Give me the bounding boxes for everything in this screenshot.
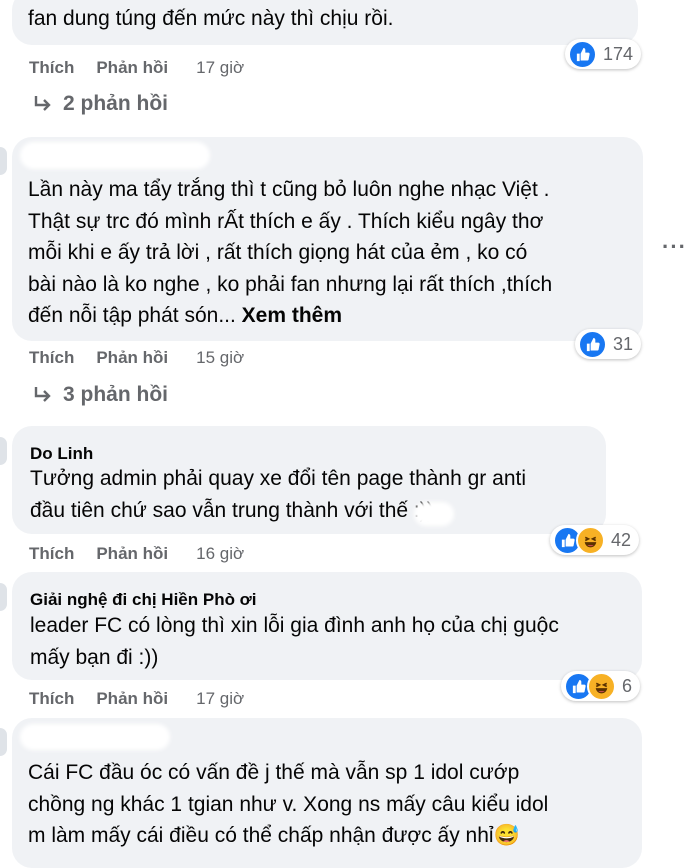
redacted-name: [414, 502, 454, 526]
comment-author[interactable]: Do Linh: [30, 444, 93, 464]
view-replies-link[interactable]: 3 phản hồi: [33, 383, 168, 407]
reply-button[interactable]: Phản hồi: [96, 348, 168, 368]
like-icon: [568, 39, 597, 69]
reaction-summary[interactable]: 174: [565, 39, 642, 69]
more-options-icon[interactable]: ···: [662, 234, 687, 260]
avatar[interactable]: [0, 728, 7, 756]
replies-count: 2 phản hồi: [63, 92, 168, 115]
comment-actions: Thích Phản hồi 17 giờ: [29, 58, 244, 78]
comment-line: Cái FC đầu óc có vấn đề j thế mà vẫn sp …: [28, 761, 520, 784]
like-button[interactable]: Thích: [29, 348, 74, 368]
comment-bubble: Lần này ma tẩy trắng thì t cũng bỏ luôn …: [12, 137, 643, 341]
comment-bubble: fan dung túng đến mức này thì chịu rồi.: [12, 0, 638, 45]
avatar[interactable]: [0, 583, 7, 611]
haha-icon: [576, 525, 605, 555]
comment-line: Thật sự trc đó mình rẤt thích e ấy . Thí…: [28, 209, 544, 233]
comment-line: Lần này ma tẩy trắng thì t cũng bỏ luôn …: [28, 178, 550, 201]
comment-time[interactable]: 16 giờ: [196, 544, 244, 564]
comment-time[interactable]: 17 giờ: [196, 689, 244, 709]
author-name-redacted: [20, 724, 170, 750]
reaction-summary[interactable]: 31: [575, 329, 642, 359]
reaction-count: 42: [611, 529, 632, 550]
view-replies-link[interactable]: 2 phản hồi: [33, 92, 168, 116]
reply-button[interactable]: Phản hồi: [96, 58, 168, 78]
reply-button[interactable]: Phản hồi: [96, 544, 168, 564]
comment-text: leader FC có lòng thì xin lỗi gia đình a…: [30, 610, 559, 673]
avatar[interactable]: [0, 437, 7, 465]
comment-line: fan dung túng đến mức này thì chịu rồi.: [28, 7, 394, 30]
comment-actions: Thích Phản hồi 15 giờ: [29, 348, 244, 368]
comment-line: bài nào là ko nghe , ko phải fan nhưng l…: [28, 272, 553, 296]
comment-bubble: Giải nghệ đi chị Hiền Phò ơi leader FC c…: [12, 572, 642, 680]
reaction-summary[interactable]: 42: [550, 525, 640, 555]
like-button[interactable]: Thích: [29, 689, 74, 709]
comment-actions: Thích Phản hồi 17 giờ: [29, 689, 244, 709]
comment-line: leader FC có lòng thì xin lỗi gia đình a…: [30, 614, 559, 637]
reaction-summary[interactable]: 6: [561, 671, 641, 701]
reply-button[interactable]: Phản hồi: [96, 689, 168, 709]
comment-time[interactable]: 17 giờ: [196, 58, 244, 78]
avatar[interactable]: [0, 147, 7, 175]
see-more-link[interactable]: Xem thêm: [242, 304, 342, 327]
comment-text: Cái FC đầu óc có vấn đề j thế mà vẫn sp …: [28, 757, 548, 852]
replies-count: 3 phản hồi: [63, 383, 168, 406]
haha-icon: [587, 671, 616, 701]
like-button[interactable]: Thích: [29, 58, 74, 78]
comment-time[interactable]: 15 giờ: [196, 348, 244, 368]
like-button[interactable]: Thích: [29, 544, 74, 564]
reaction-count: 174: [603, 43, 634, 64]
reply-arrow-icon: [34, 96, 51, 111]
comment-bubble: Cái FC đầu óc có vấn đề j thế mà vẫn sp …: [12, 718, 642, 868]
comment-line: Tưởng admin phải quay xe đổi tên page th…: [30, 467, 526, 490]
comment-line: chồng ng khác 1 tgian như v. Xong ns mấy…: [28, 792, 549, 816]
comment-text: fan dung túng đến mức này thì chịu rồi.: [28, 3, 393, 35]
comment-author[interactable]: Giải nghệ đi chị Hiền Phò ơi: [30, 590, 257, 610]
reaction-count: 31: [613, 333, 634, 354]
like-icon: [578, 329, 607, 359]
comment-text: Lần này ma tẩy trắng thì t cũng bỏ luôn …: [28, 174, 552, 332]
comment-line: đến nỗi tập phát són...: [28, 304, 236, 327]
comment-line: mấy bạn đi :)): [30, 645, 159, 669]
comment-bubble: Do Linh Tưởng admin phải quay xe đổi tên…: [12, 426, 606, 534]
comment-actions: Thích Phản hồi 16 giờ: [29, 544, 244, 564]
reaction-count: 6: [622, 675, 633, 696]
comment-line: mỗi khi e ấy trả lời , rất thích giọng h…: [28, 241, 528, 264]
reply-arrow-icon: [34, 387, 51, 402]
author-name-redacted: [20, 142, 210, 169]
comment-line: m làm mấy cái điều có thể chấp nhận được…: [28, 824, 520, 847]
